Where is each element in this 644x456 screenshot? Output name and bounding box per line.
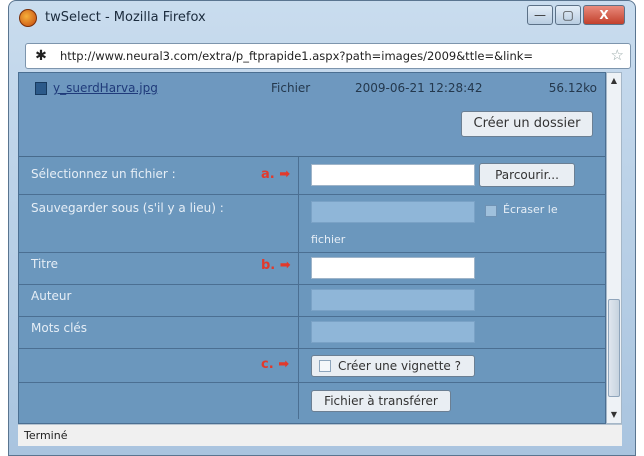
upload-file-button[interactable]: Fichier à transférer bbox=[311, 390, 451, 412]
window-controls: — ▢ X bbox=[527, 5, 625, 25]
file-list: y_suerdHarva.jpg Fichier 2009-06-21 12:2… bbox=[19, 73, 605, 157]
bookmark-star-icon[interactable]: ☆ bbox=[611, 46, 624, 64]
scroll-down-arrow-icon[interactable]: ▼ bbox=[607, 407, 621, 423]
firefox-icon bbox=[19, 9, 37, 27]
select-file-label: Sélectionnez un fichier : bbox=[31, 167, 176, 181]
create-thumbnail-option[interactable]: Créer une vignette ? bbox=[311, 355, 475, 377]
title-bar: twSelect - Mozilla Firefox — ▢ X bbox=[9, 1, 635, 41]
save-as-label: Sauvegarder sous (s'il y a lieu) : bbox=[31, 201, 224, 215]
marker-b-text: b. bbox=[261, 258, 276, 273]
label-cell: Titre b. ➡ bbox=[19, 253, 299, 284]
label-cell: Sauvegarder sous (s'il y a lieu) : bbox=[19, 195, 299, 252]
keywords-input[interactable] bbox=[311, 321, 475, 343]
browse-button[interactable]: Parcourir... bbox=[479, 163, 575, 187]
file-name-link[interactable]: y_suerdHarva.jpg bbox=[53, 81, 158, 95]
window-title: twSelect - Mozilla Firefox bbox=[45, 10, 206, 25]
url-text[interactable]: http://www.neural3.com/extra/p_ftprapide… bbox=[60, 49, 533, 63]
marker-b: b. ➡ bbox=[261, 258, 291, 273]
overwrite-label: Écraser le bbox=[503, 203, 558, 216]
address-bar[interactable]: ✱ http://www.neural3.com/extra/p_ftprapi… bbox=[25, 43, 631, 69]
label-cell: Auteur bbox=[19, 285, 299, 316]
form-row-keywords: Mots clés bbox=[19, 317, 605, 349]
label-cell: c. ➡ bbox=[19, 349, 299, 382]
marker-c: c. ➡ bbox=[261, 357, 289, 372]
create-thumbnail-label: Créer une vignette ? bbox=[338, 359, 461, 373]
label-cell: Mots clés bbox=[19, 317, 299, 348]
form-row-upload: Fichier à transférer bbox=[19, 383, 605, 419]
image-file-icon bbox=[35, 82, 47, 95]
file-type: Fichier bbox=[271, 81, 311, 95]
minimize-button[interactable]: — bbox=[527, 5, 553, 25]
scroll-thumb[interactable] bbox=[608, 299, 620, 397]
create-folder-button[interactable]: Créer un dossier bbox=[461, 111, 593, 137]
vertical-scrollbar[interactable]: ▲ ▼ bbox=[606, 72, 622, 424]
arrow-icon: ➡ bbox=[278, 357, 290, 372]
marker-c-text: c. bbox=[261, 357, 274, 372]
save-as-input[interactable] bbox=[311, 201, 475, 223]
form-row-save-as: Sauvegarder sous (s'il y a lieu) : Écras… bbox=[19, 195, 605, 253]
title-input[interactable] bbox=[311, 257, 475, 279]
form-row-author: Auteur bbox=[19, 285, 605, 317]
marker-a: a. ➡ bbox=[261, 167, 290, 182]
overwrite-label-2: fichier bbox=[311, 233, 346, 246]
label-cell bbox=[19, 383, 299, 419]
author-input[interactable] bbox=[311, 289, 475, 311]
maximize-button[interactable]: ▢ bbox=[555, 5, 581, 25]
form-row-select-file: Sélectionnez un fichier : a. ➡ Parcourir… bbox=[19, 157, 605, 195]
overwrite-checkbox[interactable] bbox=[485, 205, 497, 217]
scroll-up-arrow-icon[interactable]: ▲ bbox=[607, 73, 621, 89]
marker-a-text: a. bbox=[261, 167, 275, 182]
page-content: y_suerdHarva.jpg Fichier 2009-06-21 12:2… bbox=[18, 72, 606, 424]
create-thumbnail-checkbox[interactable] bbox=[319, 360, 331, 372]
form-row-thumbnail: c. ➡ Créer une vignette ? bbox=[19, 349, 605, 383]
author-label: Auteur bbox=[31, 289, 72, 303]
label-cell: Sélectionnez un fichier : a. ➡ bbox=[19, 157, 299, 194]
site-icon: ✱ bbox=[35, 48, 47, 64]
status-text: Terminé bbox=[24, 429, 68, 442]
status-bar: Terminé bbox=[18, 424, 622, 446]
file-row: y_suerdHarva.jpg Fichier 2009-06-21 12:2… bbox=[19, 79, 605, 99]
form-row-title: Titre b. ➡ bbox=[19, 253, 605, 285]
file-size: 56.12ko bbox=[548, 81, 597, 95]
title-label: Titre bbox=[31, 257, 59, 271]
file-date: 2009-06-21 12:28:42 bbox=[355, 81, 483, 95]
arrow-icon: ➡ bbox=[279, 167, 291, 182]
arrow-icon: ➡ bbox=[279, 258, 291, 273]
close-button[interactable]: X bbox=[583, 5, 625, 25]
keywords-label: Mots clés bbox=[31, 321, 88, 335]
file-path-input[interactable] bbox=[311, 164, 475, 186]
